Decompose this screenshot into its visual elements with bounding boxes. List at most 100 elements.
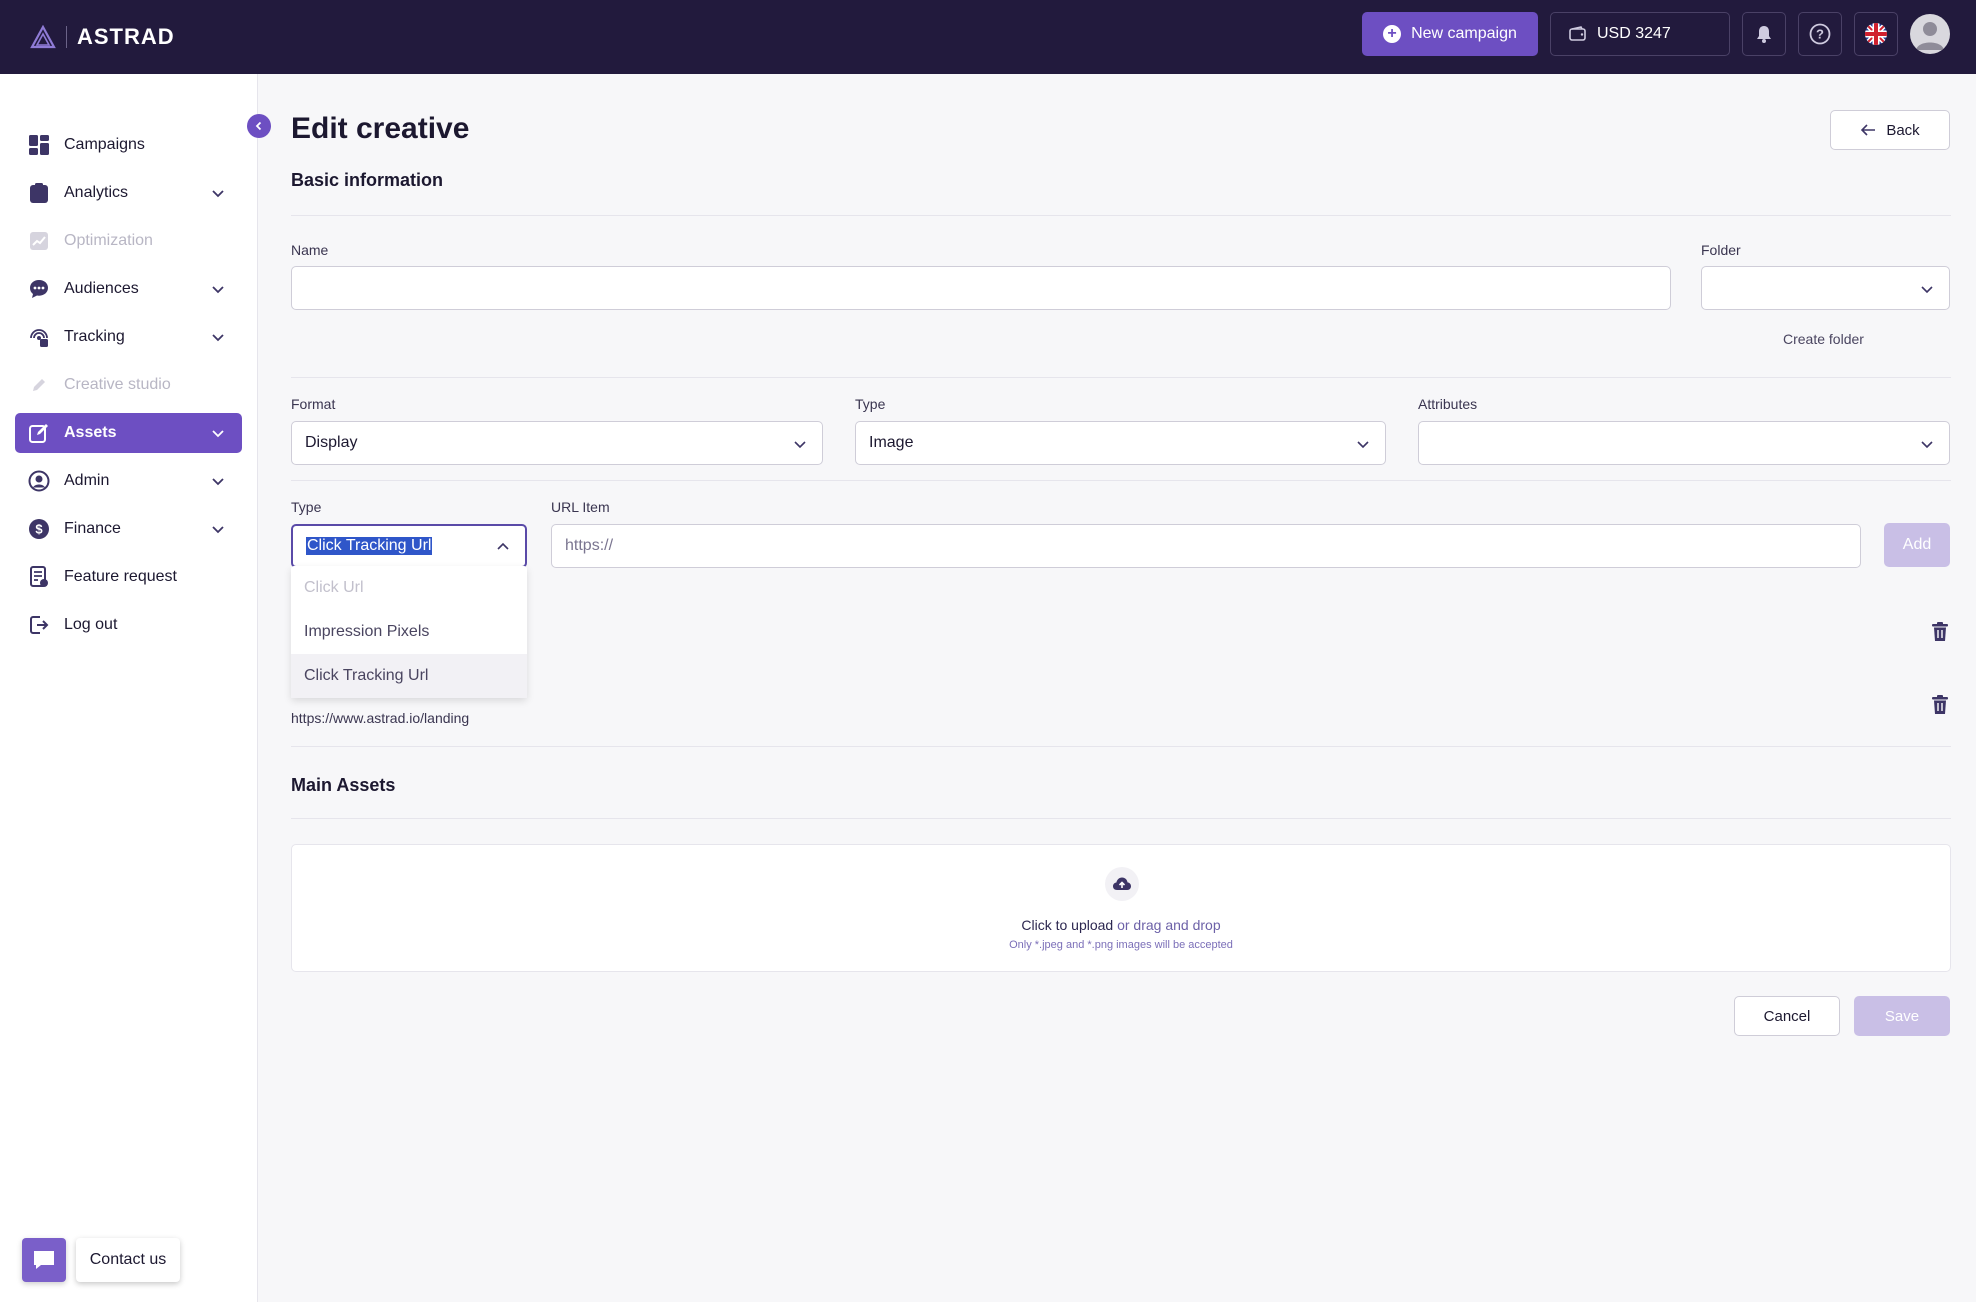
request-icon (27, 565, 51, 589)
avatar-silhouette-icon (1916, 22, 1944, 50)
name-label: Name (291, 242, 329, 258)
balance-display[interactable]: USD 3247 (1550, 12, 1730, 56)
add-url-button[interactable]: Add (1884, 523, 1950, 567)
new-campaign-label: New campaign (1411, 25, 1517, 42)
chevron-up-icon (497, 542, 509, 550)
dollar-icon: $ (27, 517, 51, 541)
sidebar-item-label: Audiences (64, 280, 139, 297)
sidebar-item-label: Analytics (64, 184, 129, 201)
sidebar-item-finance[interactable]: $ Finance (15, 509, 242, 549)
sidebar-item-feature-request[interactable]: Feature request (15, 557, 242, 597)
chevron-left-icon (255, 121, 262, 131)
dropdown-option-impression-pixels[interactable]: Impression Pixels (291, 610, 527, 654)
folder-select[interactable] (1701, 266, 1950, 310)
dropdown-option-click-url[interactable]: Click Url (291, 566, 527, 610)
chat-button[interactable] (22, 1238, 66, 1282)
new-campaign-button[interactable]: + New campaign (1362, 12, 1538, 56)
arrow-left-icon (1861, 124, 1876, 136)
logout-icon (27, 613, 51, 637)
chevron-down-icon (212, 430, 224, 438)
save-button[interactable]: Save (1854, 996, 1950, 1036)
existing-url-item: https://www.astrad.io/landing (291, 710, 470, 726)
notifications-button[interactable] (1742, 12, 1786, 56)
sidebar-item-label: Admin (64, 472, 110, 489)
svg-text:?: ? (1816, 27, 1824, 42)
logo[interactable]: ASTRAD (30, 21, 175, 53)
url-item-placeholder: https:// (565, 537, 614, 554)
sidebar-item-label: Log out (64, 616, 118, 633)
sidebar-item-optimization[interactable]: Optimization (15, 221, 242, 261)
chevron-down-icon (1921, 286, 1933, 294)
type-select[interactable]: Image (855, 421, 1386, 465)
url-type-select[interactable]: Click Tracking Url (291, 524, 527, 568)
sidebar-item-label: Assets (64, 424, 117, 441)
sidebar-item-admin[interactable]: Admin (15, 461, 242, 501)
bell-icon (1757, 26, 1771, 43)
chat-icon (34, 1251, 54, 1269)
format-value: Display (305, 434, 358, 451)
basic-information-title: Basic information (291, 170, 444, 190)
divider (291, 480, 1951, 481)
url-item-input[interactable]: https:// (551, 524, 1861, 568)
help-button[interactable]: ? (1798, 12, 1842, 56)
contact-us-button[interactable]: Contact us (76, 1238, 180, 1282)
tracking-icon (27, 325, 51, 349)
chevron-down-icon (794, 441, 806, 449)
divider (291, 818, 1951, 819)
sidebar-item-audiences[interactable]: Audiences (15, 269, 242, 309)
pencil-icon (27, 373, 51, 397)
trash-icon[interactable] (1931, 622, 1949, 642)
chevron-down-icon (212, 334, 224, 342)
name-input[interactable] (291, 266, 1671, 310)
divider (291, 746, 1951, 747)
chevron-down-icon (212, 286, 224, 294)
url-item-label: URL Item (551, 499, 610, 515)
help-icon: ? (1809, 23, 1831, 45)
url-type-value: Click Tracking Url (306, 537, 433, 555)
sidebar-item-analytics[interactable]: Analytics (15, 173, 242, 213)
trash-icon[interactable] (1931, 695, 1949, 715)
chevron-down-icon (212, 190, 224, 198)
sidebar: Campaigns Analytics Optimization Audienc… (0, 74, 258, 1302)
main-assets-title: Main Assets (291, 775, 396, 795)
main-content: Edit creative Back Basic information Nam… (258, 74, 1976, 1302)
format-select[interactable]: Display (291, 421, 823, 465)
attributes-select[interactable] (1418, 421, 1950, 465)
sidebar-item-label: Finance (64, 520, 121, 537)
collapse-sidebar-button[interactable] (247, 114, 271, 138)
user-avatar-icon[interactable] (1910, 14, 1950, 54)
attributes-label: Attributes (1418, 396, 1478, 412)
sidebar-item-tracking[interactable]: Tracking (15, 317, 242, 357)
page-title: Edit creative (291, 112, 470, 145)
chart-icon (27, 229, 51, 253)
plus-circle-icon: + (1383, 25, 1402, 43)
upload-cta[interactable]: Click to upload (1021, 917, 1113, 933)
sidebar-item-label: Tracking (64, 328, 125, 345)
back-label: Back (1886, 121, 1920, 139)
svg-text:$: $ (35, 522, 43, 537)
type-label: Type (855, 396, 886, 412)
divider (291, 377, 1951, 378)
create-folder-link[interactable]: Create folder (1783, 331, 1864, 347)
top-bar: ASTRAD + New campaign USD 3247 ? (0, 0, 1976, 74)
chevron-down-icon (1357, 441, 1369, 449)
sidebar-item-log-out[interactable]: Log out (15, 605, 242, 645)
sidebar-item-creative-studio[interactable]: Creative studio (15, 365, 242, 405)
edit-icon (27, 421, 51, 445)
logo-separator (66, 26, 67, 48)
balance-amount: USD 3247 (1597, 25, 1671, 42)
upload-rest: or drag and drop (1113, 917, 1221, 933)
upload-dropzone[interactable]: Click to upload or drag and drop Only *.… (291, 844, 1951, 972)
language-button[interactable] (1854, 12, 1898, 56)
url-type-dropdown: Click Url Impression Pixels Click Tracki… (291, 566, 527, 698)
cancel-button[interactable]: Cancel (1734, 996, 1840, 1036)
sidebar-item-assets[interactable]: Assets (15, 413, 242, 453)
sidebar-item-campaigns[interactable]: Campaigns (15, 125, 242, 165)
upload-hint: Only *.jpeg and *.png images will be acc… (1009, 939, 1233, 951)
sidebar-item-label: Creative studio (64, 376, 171, 393)
dropdown-option-click-tracking-url[interactable]: Click Tracking Url (291, 654, 527, 698)
cloud-upload-icon (1105, 867, 1139, 901)
back-button[interactable]: Back (1830, 110, 1950, 150)
user-circle-icon (27, 469, 51, 493)
chevron-down-icon (212, 526, 224, 534)
